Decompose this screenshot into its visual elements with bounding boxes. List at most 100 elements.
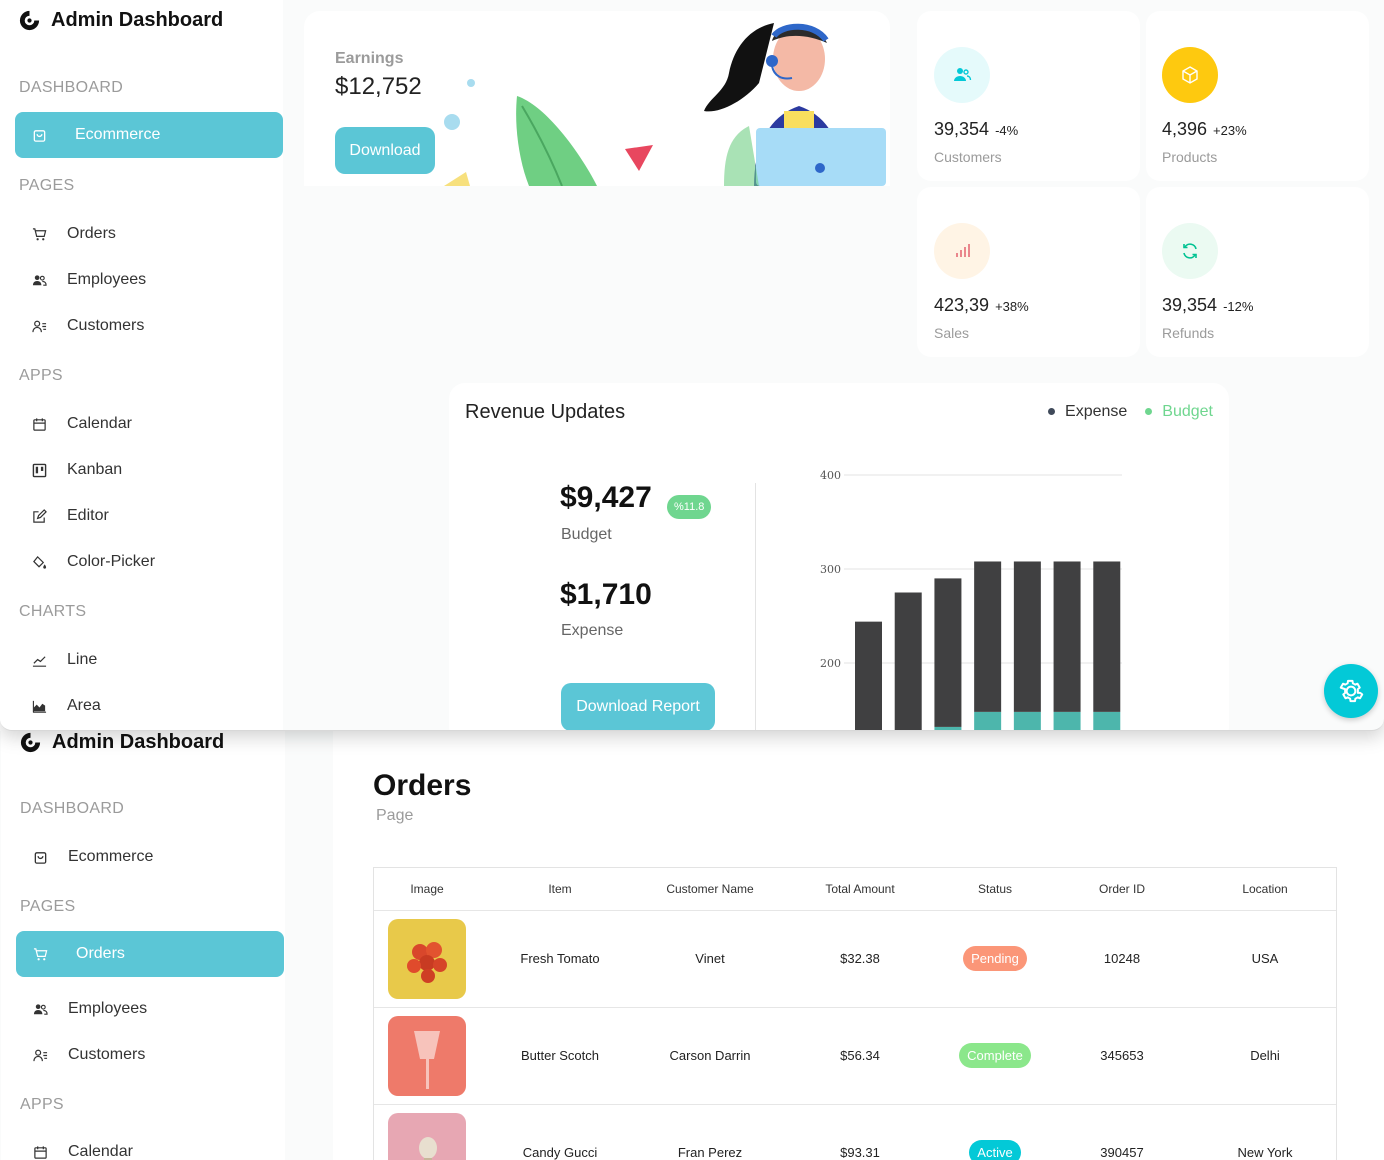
- column-header[interactable]: Customer Name: [640, 868, 780, 911]
- legend-budget[interactable]: Budget: [1145, 403, 1213, 421]
- customer-support-illustration: [444, 23, 886, 186]
- table-row[interactable]: Candy Gucci Fran Perez $93.31 Active 390…: [374, 1104, 1336, 1160]
- bar-expense[interactable]: [855, 621, 882, 731]
- order-id-cell: 345653: [1050, 1007, 1194, 1105]
- customer-cell: Fran Perez: [640, 1104, 780, 1160]
- legend-dot: [1048, 408, 1056, 416]
- stat-value-row: 4,396 +23%: [1162, 119, 1247, 140]
- bar-budget[interactable]: [934, 726, 962, 731]
- section-dashboard: DASHBOARD: [19, 79, 124, 96]
- section-charts: CHARTS: [19, 603, 87, 620]
- settings-button[interactable]: [1324, 664, 1378, 718]
- stat-change: -4%: [995, 123, 1019, 138]
- bar-budget[interactable]: [1013, 711, 1041, 731]
- stat-icon-bg[interactable]: [934, 223, 990, 279]
- sidebar-item-label: Orders: [67, 225, 116, 242]
- sidebar-item-calendar[interactable]: Calendar: [16, 1129, 284, 1160]
- bar-expense[interactable]: [1013, 561, 1041, 712]
- column-header[interactable]: Item: [480, 868, 640, 911]
- stat-change: +38%: [995, 299, 1029, 314]
- budget-label: Budget: [561, 526, 612, 543]
- legend-label: Budget: [1162, 403, 1213, 420]
- sidebar-item-calendar[interactable]: Calendar: [15, 401, 283, 447]
- calendar-icon: [24, 1145, 56, 1160]
- stat-icon-bg[interactable]: [1162, 223, 1218, 279]
- sidebar: Admin Dashboard DASHBOARD Ecommerce PAGE…: [1, 731, 285, 1160]
- box-icon: [1182, 66, 1198, 84]
- stat-value-row: 39,354 -12%: [1162, 295, 1253, 316]
- sidebar-item-editor[interactable]: Editor: [15, 493, 283, 539]
- stat-value: 423,39: [934, 295, 990, 315]
- app-logo[interactable]: Admin Dashboard: [19, 731, 224, 754]
- sidebar: Admin Dashboard DASHBOARD Ecommerce PAGE…: [0, 0, 283, 730]
- revenue-bar-chart: 200 300 400: [820, 469, 1122, 732]
- item-cell: Candy Gucci: [480, 1104, 640, 1160]
- table-row[interactable]: Fresh Tomato Vinet $32.38 Pending 10248 …: [374, 910, 1336, 1008]
- stat-icon-bg[interactable]: [1162, 47, 1218, 103]
- bar-expense[interactable]: [974, 561, 1002, 712]
- sidebar-item-label: Customers: [68, 1046, 146, 1063]
- sidebar-item-employees[interactable]: Employees: [16, 986, 284, 1032]
- image-cell: [374, 1007, 480, 1105]
- stat-value: 39,354: [934, 119, 990, 139]
- y-tick-label: 200: [820, 657, 841, 670]
- orders-grid: Image Item Customer Name Total Amount St…: [373, 867, 1337, 1160]
- stat-card-refunds: 39,354 -12% Refunds: [1146, 187, 1369, 357]
- legend-expense[interactable]: Expense: [1048, 403, 1127, 421]
- sidebar-item-label: Calendar: [68, 1143, 133, 1160]
- legend-dot: [1145, 408, 1153, 416]
- table-row[interactable]: Butter Scotch Carson Darrin $56.34 Compl…: [374, 1007, 1336, 1105]
- bar-budget[interactable]: [1093, 711, 1121, 731]
- sidebar-item-area[interactable]: Area: [15, 683, 283, 729]
- orders-screenshot: Admin Dashboard DASHBOARD Ecommerce PAGE…: [0, 731, 1384, 1160]
- sidebar-item-line[interactable]: Line: [15, 637, 283, 683]
- customer-cell: Vinet: [640, 910, 780, 1008]
- sidebar-item-label: Employees: [68, 1000, 148, 1017]
- sidebar-item-customers[interactable]: Customers: [15, 303, 283, 349]
- sidebar-item-ecommerce[interactable]: Ecommerce: [16, 834, 284, 880]
- download-button[interactable]: Download: [335, 127, 435, 174]
- gear-icon: [1339, 679, 1364, 703]
- users-icon: [954, 68, 972, 81]
- stat-value: 4,396: [1162, 119, 1208, 139]
- column-header[interactable]: Location: [1194, 868, 1336, 911]
- amount-cell: $93.31: [780, 1104, 940, 1160]
- bar-expense[interactable]: [894, 592, 922, 732]
- location-cell: USA: [1194, 910, 1336, 1008]
- bar-expense[interactable]: [1053, 561, 1081, 712]
- customer-cell: Carson Darrin: [640, 1007, 780, 1105]
- bar-budget[interactable]: [974, 711, 1002, 731]
- user-list-icon: [23, 319, 55, 334]
- sidebar-item-orders[interactable]: Orders: [16, 931, 284, 977]
- column-header[interactable]: Total Amount: [780, 868, 940, 911]
- column-header[interactable]: Status: [940, 868, 1050, 911]
- people-icon: [24, 1002, 56, 1017]
- bar-budget[interactable]: [1053, 711, 1081, 731]
- app-logo[interactable]: Admin Dashboard: [18, 9, 223, 32]
- sidebar-item-color-picker[interactable]: Color-Picker: [15, 539, 283, 585]
- shopping-bag-icon: [24, 850, 56, 865]
- section-apps: APPS: [19, 367, 63, 384]
- sidebar-item-label: Calendar: [67, 415, 132, 432]
- expense-label: Expense: [561, 622, 624, 639]
- sidebar-item-label: Kanban: [67, 461, 123, 478]
- sidebar-item-orders[interactable]: Orders: [15, 211, 283, 257]
- column-header[interactable]: Order ID: [1050, 868, 1194, 911]
- stat-icon-bg[interactable]: [934, 47, 990, 103]
- column-header[interactable]: Image: [374, 868, 480, 911]
- download-report-button[interactable]: Download Report: [561, 683, 715, 730]
- stat-card-customers: 39,354 -4% Customers: [917, 11, 1140, 181]
- kanban-icon: [23, 463, 55, 478]
- area-chart-icon: [23, 699, 55, 714]
- line-chart-icon: [23, 653, 55, 668]
- logo-icon: [20, 732, 41, 753]
- sidebar-item-label: Area: [67, 697, 101, 714]
- app-title: Admin Dashboard: [52, 731, 225, 753]
- sidebar-item-ecommerce[interactable]: Ecommerce: [15, 112, 283, 158]
- bar-expense[interactable]: [1093, 561, 1121, 712]
- bar-expense[interactable]: [934, 578, 962, 727]
- sidebar-item-employees[interactable]: Employees: [15, 257, 283, 303]
- sidebar-item-customers[interactable]: Customers: [16, 1032, 284, 1078]
- section-pages: PAGES: [20, 898, 76, 915]
- sidebar-item-kanban[interactable]: Kanban: [15, 447, 283, 493]
